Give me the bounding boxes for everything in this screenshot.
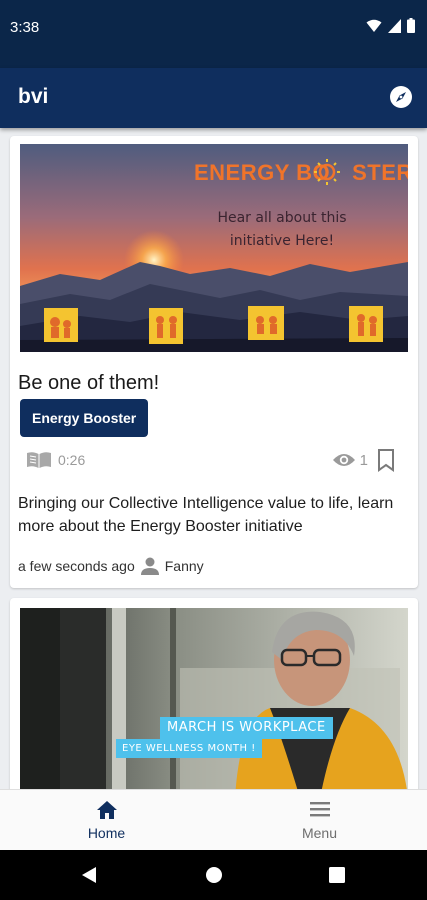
post-description: Bringing our Collective Intelligence val… — [18, 495, 394, 535]
svg-text:ENERGY BOSTER: ENERGY BO STER — [194, 160, 408, 185]
image-banner-line1: MARCH IS WORKPLACE — [160, 717, 333, 739]
status-bar: 3:38 — [0, 0, 427, 68]
app-bar: bvi — [0, 68, 427, 128]
energy-booster-logo-text: ENERGY BO — [194, 160, 330, 185]
nav-home-label: Home — [87, 825, 126, 841]
status-icons — [366, 18, 415, 33]
post-image[interactable]: ENERGY BO STER Hear all about this initi… — [20, 144, 408, 352]
post-card[interactable]: ENERGY BO STER Hear all about this initi… — [10, 136, 418, 588]
feed: ENERGY BO STER Hear all about this initi… — [0, 128, 427, 789]
character-tile — [349, 306, 383, 342]
bottom-navigation: Home Menu — [0, 789, 427, 850]
person-icon — [140, 557, 159, 575]
battery-icon — [407, 18, 415, 33]
wifi-icon — [366, 19, 382, 32]
compass-icon[interactable] — [389, 85, 413, 109]
status-time: 3:38 — [10, 19, 40, 36]
home-icon — [96, 801, 117, 819]
system-navigation-bar — [0, 850, 427, 900]
category-tag-button[interactable]: Energy Booster — [20, 399, 149, 437]
energy-booster-logo-text-end: STER — [352, 160, 408, 185]
overview-icon[interactable] — [329, 867, 345, 883]
post-time: a few seconds ago — [18, 558, 135, 574]
post-footer: a few seconds ago Fanny — [18, 556, 204, 576]
character-tile — [44, 308, 78, 342]
post-author[interactable]: Fanny — [165, 558, 204, 574]
app-title: bvi — [18, 85, 49, 108]
image-tagline-line1: Hear all about this — [217, 210, 346, 226]
nav-home[interactable]: Home — [0, 790, 213, 851]
character-tile — [149, 308, 183, 344]
image-tagline-line2: initiative Here! — [230, 233, 334, 249]
image-banner-line2: EYE WELLNESS MONTH ! — [116, 739, 262, 758]
view-count: 1 — [359, 451, 368, 469]
cellular-signal-icon — [388, 18, 401, 33]
post-title[interactable]: Be one of them! — [18, 372, 159, 395]
home-circle-icon[interactable] — [205, 866, 223, 884]
eye-icon — [332, 454, 355, 466]
read-time-value: 0:26 — [58, 452, 86, 468]
menu-icon — [309, 802, 330, 817]
post-card[interactable]: MARCH IS WORKPLACE EYE WELLNESS MONTH ! — [10, 598, 418, 789]
post-image[interactable]: MARCH IS WORKPLACE EYE WELLNESS MONTH ! — [20, 608, 408, 789]
back-icon[interactable] — [80, 866, 98, 884]
post-stats: 1 — [332, 448, 396, 472]
book-icon — [27, 452, 51, 468]
nav-menu-label: Menu — [301, 825, 338, 841]
read-time: 0:26 — [26, 451, 85, 469]
bookmark-icon[interactable] — [376, 448, 396, 472]
nav-menu[interactable]: Menu — [213, 790, 426, 851]
character-tile — [248, 306, 284, 340]
